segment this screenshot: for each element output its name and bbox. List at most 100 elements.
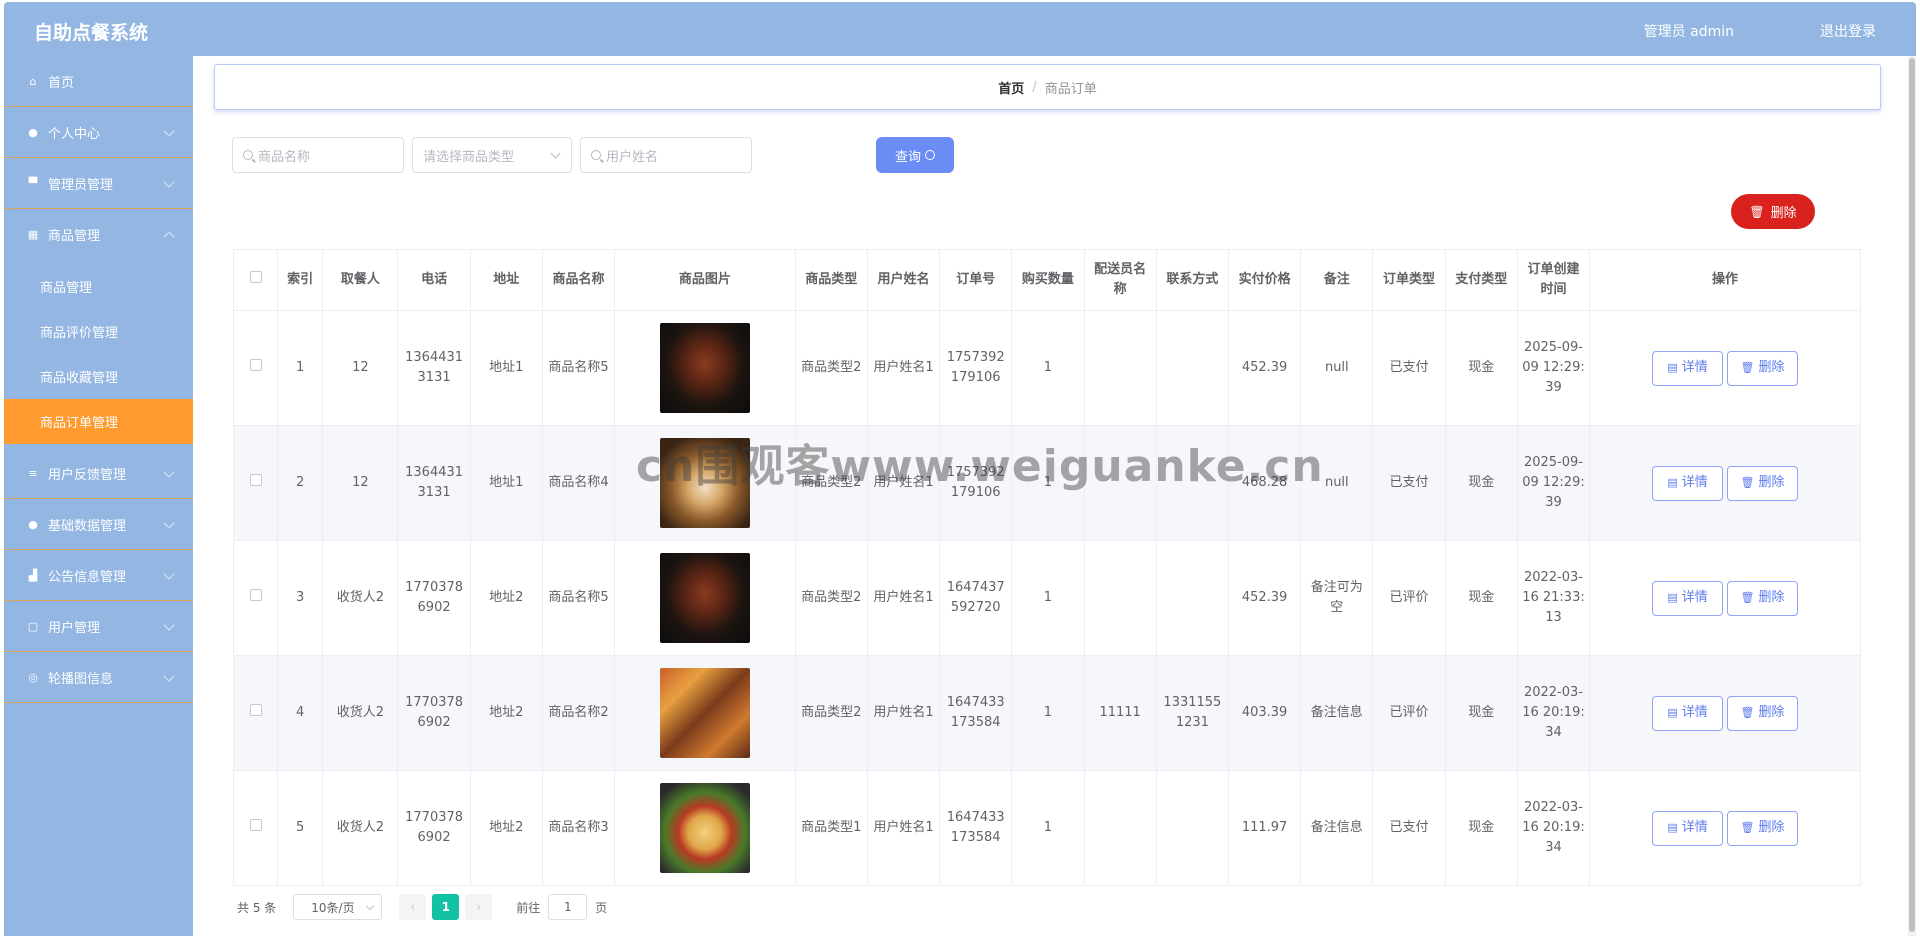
- page-suffix: 页: [595, 900, 608, 915]
- goto-page-input[interactable]: 1: [548, 894, 588, 920]
- scrollbar-thumb[interactable]: [1909, 58, 1915, 932]
- sidebar-subitem-3[interactable]: 商品订单管理: [4, 399, 193, 444]
- delete-button[interactable]: 🗑 删除: [1727, 810, 1799, 846]
- search-icon: [591, 150, 601, 160]
- sidebar-item-label: 首页: [48, 75, 75, 91]
- row-checkbox[interactable]: [249, 704, 262, 716]
- chevron-down-icon: [163, 466, 175, 478]
- grid-icon: ▦: [27, 228, 39, 241]
- sidebar-item-5[interactable]: ● 基础数据管理: [4, 499, 193, 550]
- document-icon: ▤: [1667, 361, 1678, 374]
- row-checkbox[interactable]: [249, 819, 262, 831]
- cell-product: 商品名称4: [541, 425, 616, 541]
- sidebar-item-0[interactable]: ⌂ 首页: [4, 56, 193, 107]
- cell-type: 商品类型2: [794, 655, 868, 771]
- sidebar-item-2[interactable]: ▀ 管理员管理: [4, 158, 193, 209]
- sidebar-item-label: 个人中心: [48, 126, 101, 142]
- row-select-cell[interactable]: [232, 770, 279, 886]
- table-row[interactable]: 5 收货人2 17703786902 地址2 商品名称3 商品类型1 用户姓名1 164743…: [232, 770, 1861, 886]
- product-image: [659, 668, 750, 758]
- product-image-cell: [614, 770, 796, 886]
- select-all-header[interactable]: [232, 249, 279, 311]
- cell-type: 商品类型1: [794, 770, 868, 886]
- column-header: 支付类型: [1444, 249, 1518, 311]
- delete-button[interactable]: 🗑 删除: [1727, 580, 1799, 616]
- delete-label: 删除: [1758, 705, 1785, 720]
- cell-phone: 13644313131: [397, 425, 471, 541]
- cell-index: 5: [277, 770, 324, 886]
- cell-order-no: 1647433173584: [939, 655, 1013, 771]
- sidebar-item-4[interactable]: ≡ 用户反馈管理: [4, 448, 193, 499]
- row-select-cell[interactable]: [232, 310, 279, 426]
- cell-order-no: 1647437592720: [939, 540, 1013, 656]
- logout-link[interactable]: 退出登录: [1820, 21, 1876, 41]
- row-select-cell[interactable]: [232, 655, 279, 771]
- cell-order-no: 1647433173584: [939, 770, 1013, 886]
- cell-product: 商品名称5: [541, 540, 616, 656]
- detail-button[interactable]: ▤ 详情: [1652, 810, 1724, 846]
- sidebar: ⌂ 首页 ● 个人中心 ▀ 管理员管理 ▦ 商品管理 商品管理 商品评价管理 商品收藏管理 商品订单管…: [4, 56, 193, 936]
- table-row[interactable]: 1 12 13644313131 地址1 商品名称5 商品类型2 用户姓名1 17573921…: [232, 310, 1861, 426]
- cell-order-no: 1757392179106: [939, 425, 1013, 541]
- prev-page-button[interactable]: ‹: [399, 894, 427, 920]
- detail-button[interactable]: ▤ 详情: [1652, 695, 1724, 731]
- cell-order-type: 已评价: [1372, 655, 1446, 771]
- delete-label: 删除: [1758, 360, 1785, 375]
- cell-phone: 17703786902: [397, 770, 471, 886]
- product-image-cell: [614, 310, 796, 426]
- sidebar-item-7[interactable]: ▢ 用户管理: [4, 601, 193, 652]
- row-select-cell[interactable]: [232, 540, 279, 656]
- delete-button[interactable]: 🗑 删除: [1727, 350, 1799, 386]
- row-select-cell[interactable]: [232, 425, 279, 541]
- main-content: 商品名称 请选择商品类型 用户姓名 查询 🗑 删除 索引 取餐人 电话 地址 商品名称商…: [214, 118, 1881, 933]
- page-scrollbar[interactable]: [1908, 56, 1916, 936]
- cell-user: 用户姓名1: [866, 540, 941, 656]
- column-header: 购买数量: [1011, 249, 1085, 311]
- sidebar-subitem-1[interactable]: 商品评价管理: [4, 309, 193, 354]
- cell-note: 备注信息: [1300, 655, 1374, 771]
- page-number-current[interactable]: 1: [432, 894, 460, 920]
- delete-label: 删除: [1770, 206, 1797, 221]
- product-type-select[interactable]: 请选择商品类型: [412, 137, 572, 173]
- delete-button[interactable]: 🗑 删除: [1727, 465, 1799, 501]
- cell-index: 2: [277, 425, 324, 541]
- page-size-select[interactable]: 10条/页: [293, 894, 383, 920]
- select-all-checkbox[interactable]: [249, 271, 262, 283]
- detail-button[interactable]: ▤ 详情: [1652, 465, 1724, 501]
- sidebar-subitem-0[interactable]: 商品管理: [4, 264, 193, 309]
- home-icon: ⌂: [29, 74, 37, 88]
- detail-button[interactable]: ▤ 详情: [1652, 350, 1724, 386]
- cell-user: 用户姓名1: [866, 770, 941, 886]
- query-button[interactable]: 查询: [876, 137, 954, 173]
- row-checkbox[interactable]: [249, 474, 262, 486]
- cell-type: 商品类型2: [794, 310, 868, 426]
- sidebar-item-3[interactable]: ▦ 商品管理: [4, 209, 193, 260]
- table-row[interactable]: 2 12 13644313131 地址1 商品名称4 商品类型2 用户姓名1 17573921…: [232, 425, 1861, 541]
- table-row[interactable]: 3 收货人2 17703786902 地址2 商品名称5 商品类型2 用户姓名1 164743…: [232, 540, 1861, 656]
- sidebar-item-6[interactable]: ▟ 公告信息管理: [4, 550, 193, 601]
- detail-label: 详情: [1681, 705, 1708, 720]
- sidebar-item-1[interactable]: ● 个人中心: [4, 107, 193, 158]
- user-name-input[interactable]: 用户姓名: [580, 137, 752, 173]
- cell-contact: [1155, 540, 1229, 656]
- sidebar-item-label: 用户反馈管理: [48, 467, 127, 483]
- sidebar-subitem-2[interactable]: 商品收藏管理: [4, 354, 193, 399]
- chevron-up-icon: [163, 231, 175, 243]
- product-image-cell: [614, 655, 796, 771]
- row-checkbox[interactable]: [249, 589, 262, 601]
- chevron-down-icon: [366, 901, 375, 911]
- sidebar-item-8[interactable]: ◎ 轮播图信息: [4, 652, 193, 703]
- delete-button[interactable]: 🗑 删除: [1727, 695, 1799, 731]
- product-image: [659, 783, 750, 873]
- batch-delete-button[interactable]: 🗑 删除: [1731, 194, 1815, 229]
- cell-price: 403.39: [1227, 655, 1302, 771]
- detail-button[interactable]: ▤ 详情: [1652, 580, 1724, 616]
- row-checkbox[interactable]: [249, 359, 262, 371]
- document-icon: ▤: [1667, 591, 1678, 604]
- table-row[interactable]: 4 收货人2 17703786902 地址2 商品名称2 商品类型2 用户姓名1 164743…: [232, 655, 1861, 771]
- product-name-input[interactable]: 商品名称: [232, 137, 404, 173]
- sidebar-submenu: 商品管理 商品评价管理 商品收藏管理 商品订单管理: [4, 260, 193, 448]
- cell-courier: [1083, 540, 1157, 656]
- breadcrumb-home[interactable]: 首页: [998, 78, 1024, 97]
- next-page-button[interactable]: ›: [465, 894, 493, 920]
